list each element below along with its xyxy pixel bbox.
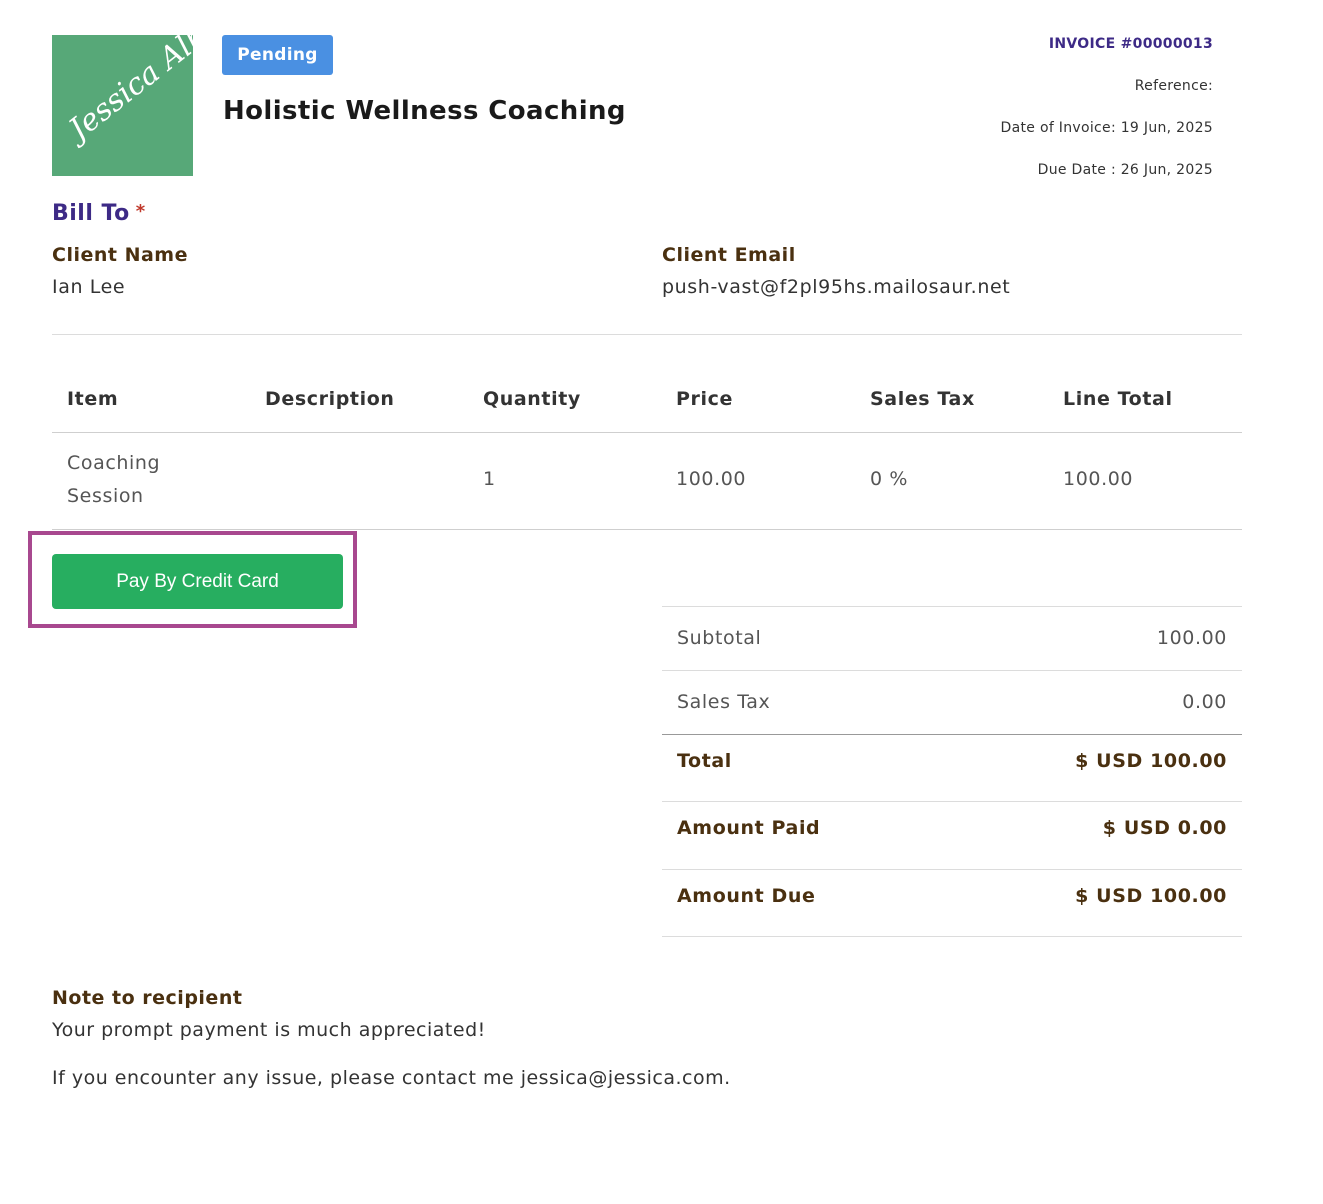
totals-divider	[662, 734, 1242, 735]
business-logo: Jessica Albert	[52, 35, 193, 176]
status-badge: Pending	[222, 35, 333, 75]
column-header-sales-tax: Sales Tax	[870, 388, 975, 410]
sales-tax-value: 0.00	[1182, 691, 1227, 713]
pay-by-credit-card-button[interactable]: Pay By Credit Card	[52, 554, 343, 609]
row-quantity: 1	[483, 468, 496, 490]
totals-divider	[662, 670, 1242, 671]
invoice-date: Date of Invoice: 19 Jun, 2025	[1000, 120, 1213, 136]
amount-due-label: Amount Due	[677, 885, 816, 907]
amount-due-value: $ USD 100.00	[1075, 885, 1227, 907]
amount-paid-value: $ USD 0.00	[1102, 817, 1227, 839]
row-item-line2: Session	[67, 485, 144, 507]
column-header-quantity: Quantity	[483, 388, 581, 410]
column-header-item: Item	[67, 388, 119, 410]
column-header-description: Description	[265, 388, 395, 410]
table-header-divider	[52, 432, 1242, 433]
total-value: $ USD 100.00	[1075, 750, 1227, 772]
totals-divider	[662, 936, 1242, 937]
signature-logo-image: Jessica Albert	[58, 35, 193, 151]
invoice-number: INVOICE #00000013	[1048, 36, 1213, 52]
row-price: 100.00	[676, 468, 747, 490]
logo-signature-text-1: Jessica Albert	[58, 35, 193, 151]
row-sales-tax: 0 %	[870, 468, 908, 490]
subtotal-value: 100.00	[1156, 627, 1227, 649]
total-label: Total	[677, 750, 732, 772]
client-name-label: Client Name	[52, 244, 188, 266]
required-marker: *	[135, 201, 146, 222]
note-label: Note to recipient	[52, 987, 243, 1009]
invoice-reference: Reference:	[1134, 78, 1213, 94]
subtotal-label: Subtotal	[677, 627, 762, 649]
totals-divider	[662, 869, 1242, 870]
column-header-line-total: Line Total	[1063, 388, 1173, 410]
client-email-value: push-vast@f2pl95hs.mailosaur.net	[662, 276, 1011, 298]
note-line-2: If you encounter any issue, please conta…	[52, 1067, 731, 1089]
client-email-label: Client Email	[662, 244, 796, 266]
row-line-total: 100.00	[1063, 468, 1134, 490]
divider	[52, 334, 1242, 335]
client-name-value: Ian Lee	[52, 276, 126, 298]
note-line-1: Your prompt payment is much appreciated!	[52, 1019, 486, 1041]
totals-divider	[662, 801, 1242, 802]
amount-paid-label: Amount Paid	[677, 817, 821, 839]
row-item-line1: Coaching	[67, 452, 161, 474]
column-header-price: Price	[676, 388, 733, 410]
bill-to-title: Bill To	[52, 201, 130, 226]
sales-tax-label: Sales Tax	[677, 691, 771, 713]
business-name: Holistic Wellness Coaching	[223, 96, 626, 126]
bill-to-heading: Bill To *	[52, 201, 146, 226]
totals-divider	[662, 606, 1242, 607]
table-bottom-divider	[52, 529, 1242, 530]
invoice-due-date: Due Date : 26 Jun, 2025	[1037, 162, 1213, 178]
